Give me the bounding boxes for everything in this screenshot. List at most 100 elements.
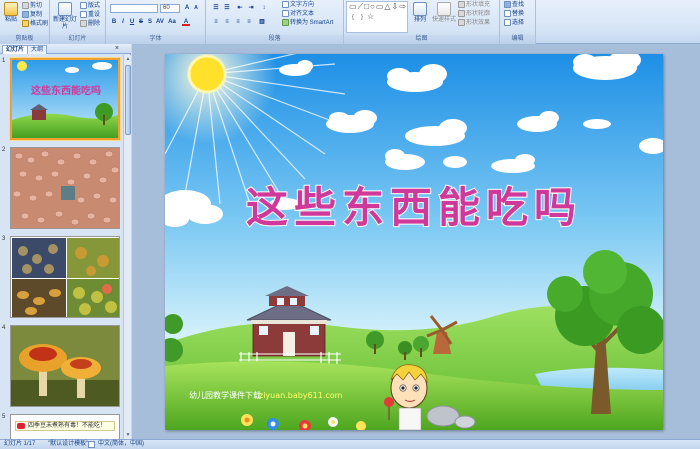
- font-label: 字体: [106, 35, 205, 44]
- spellcheck-icon[interactable]: [88, 441, 95, 448]
- footer-url[interactable]: ziyuan.baby611.com: [259, 391, 343, 400]
- grow-font-button[interactable]: A: [183, 4, 191, 12]
- pane-scrollbar[interactable]: ▲ ▼: [123, 55, 131, 439]
- group-clipboard: 粘贴 剪切 复制 格式刷 剪贴板: [0, 0, 50, 44]
- thumbnail-slide-1[interactable]: 这些东西能吃吗: [10, 58, 120, 140]
- shapes-gallery[interactable]: ▭⟋□○▭△⇩⇨⌒⌒﹛﹜☆: [346, 1, 408, 33]
- group-slides: 新建幻灯片 版式 重设 删除 幻灯片: [50, 0, 106, 44]
- language-indicator[interactable]: 中文(简体，中国): [98, 440, 144, 449]
- align-left-button[interactable]: ≡: [212, 18, 220, 26]
- close-pane-icon[interactable]: ×: [115, 45, 119, 53]
- font-color-button[interactable]: A: [182, 18, 190, 26]
- shape-fill-button[interactable]: 形状填充: [458, 1, 490, 9]
- justify-button[interactable]: ≡: [245, 18, 253, 26]
- slides-label: 幻灯片: [50, 35, 105, 44]
- layout-button[interactable]: 版式: [80, 2, 100, 10]
- thumbnail-1-image: 这些东西能吃吗: [12, 60, 118, 138]
- delete-slide-button[interactable]: 删除: [80, 20, 100, 28]
- slide-counter: 幻灯片 1/17: [4, 441, 36, 447]
- slide-canvas: 这些东西能吃吗 幼儿园教学课件下载 ziyuan.baby611.com: [165, 54, 663, 430]
- shape-outline-button[interactable]: 形状轮廓: [458, 10, 490, 18]
- group-paragraph: ☰ ☰ ⇤ ⇥ ↕ ≡ ≡ ≡ ≡ ▥ 文字方向 对齐文本 转换为 SmartA…: [206, 0, 344, 44]
- paste-button[interactable]: 粘贴: [2, 0, 20, 24]
- smartart-icon: [282, 19, 289, 26]
- scroll-down-icon[interactable]: ▼: [124, 431, 132, 439]
- format-painter-button[interactable]: 格式刷: [22, 20, 48, 28]
- underline-button[interactable]: U: [128, 18, 136, 26]
- thumbnail-row[interactable]: 2: [0, 147, 122, 231]
- thumbnail-3-image: [11, 237, 119, 317]
- thumbnail-4-image: [11, 326, 119, 406]
- effects-icon: [458, 19, 465, 26]
- shape-effects-button[interactable]: 形状效果: [458, 19, 490, 27]
- cut-button[interactable]: 剪切: [22, 2, 42, 10]
- thumbnail-row[interactable]: 5 四季豆未煮熟有毒！不能吃！: [0, 414, 122, 439]
- theme-name: "默认设计模板": [48, 441, 89, 447]
- copy-button[interactable]: 复制: [22, 11, 42, 19]
- thumbnail-row[interactable]: 4: [0, 325, 122, 409]
- binoculars-icon: [504, 1, 511, 8]
- strikethrough-button[interactable]: S: [137, 18, 145, 26]
- scrollbar-thumb[interactable]: [125, 65, 131, 135]
- tab-slides[interactable]: 幻灯片: [2, 45, 29, 54]
- brush-icon: [22, 20, 29, 27]
- thumbnail-number: 1: [2, 58, 6, 64]
- thumbnail-row[interactable]: 1 这些东西能吃吗: [0, 58, 122, 142]
- footer-label: 幼儿园教学课件下载: [189, 390, 261, 400]
- svg-text:这些东西能吃吗: 这些东西能吃吗: [31, 84, 101, 97]
- shrink-font-button[interactable]: A: [192, 4, 200, 12]
- thumbnail-slide-5[interactable]: 四季豆未煮熟有毒！不能吃！: [10, 414, 120, 439]
- font-name-combo[interactable]: [110, 4, 158, 13]
- slide-title[interactable]: 这些东西能吃吗: [245, 182, 582, 233]
- ribbon: 粘贴 剪切 复制 格式刷 剪贴板 新建幻灯片 版式 重设 删除 幻灯片 60 A…: [0, 0, 700, 44]
- find-button[interactable]: 查找: [504, 1, 524, 9]
- slides-pane: 幻灯片 大纲 × 1 这些东西能吃吗 2 3 4 5 四季豆未煮熟有毒！不能吃！…: [0, 44, 131, 439]
- thumbnail-slide-4[interactable]: [10, 325, 120, 407]
- quick-styles-button[interactable]: 快速样式: [430, 0, 458, 24]
- change-case-button[interactable]: Aa: [168, 18, 176, 26]
- warning-icon: [17, 423, 25, 429]
- align-center-button[interactable]: ≡: [223, 18, 231, 26]
- italic-button[interactable]: I: [119, 18, 127, 26]
- thumbnail-slide-2[interactable]: [10, 147, 120, 229]
- decrease-indent-button[interactable]: ⇤: [236, 4, 244, 12]
- convert-smartart-button[interactable]: 转换为 SmartArt: [282, 19, 333, 27]
- group-editing: 查找 替换 选择 编辑: [500, 0, 536, 44]
- increase-indent-button[interactable]: ⇥: [247, 4, 255, 12]
- current-slide[interactable]: 这些东西能吃吗 幼儿园教学课件下载 ziyuan.baby611.com: [165, 54, 663, 430]
- char-spacing-button[interactable]: AV: [156, 18, 164, 26]
- arrange-icon: [413, 2, 427, 16]
- reset-button[interactable]: 重设: [80, 11, 100, 19]
- columns-button[interactable]: ▥: [258, 18, 266, 26]
- select-button[interactable]: 选择: [504, 19, 524, 27]
- reset-icon: [80, 11, 87, 18]
- paragraph-label: 段落: [206, 35, 343, 44]
- tab-outline[interactable]: 大纲: [27, 45, 48, 54]
- clipboard-label: 剪贴板: [0, 35, 49, 44]
- new-slide-button[interactable]: 新建幻灯片: [52, 0, 78, 31]
- new-slide-icon: [58, 2, 72, 16]
- slide-editor: 这些东西能吃吗 幼儿园教学课件下载 ziyuan.baby611.com: [132, 44, 700, 439]
- bold-button[interactable]: B: [110, 18, 118, 26]
- thumbnail-slide-3[interactable]: [10, 236, 120, 318]
- replace-button[interactable]: 替换: [504, 10, 524, 18]
- numbering-button[interactable]: ☰: [223, 4, 231, 12]
- bullets-button[interactable]: ☰: [212, 4, 220, 12]
- layout-icon: [80, 2, 87, 9]
- align-text-button[interactable]: 对齐文本: [282, 10, 314, 18]
- thumbnail-row[interactable]: 3: [0, 236, 122, 320]
- align-text-icon: [282, 10, 289, 17]
- font-size-combo[interactable]: 60: [160, 4, 180, 13]
- line-spacing-button[interactable]: ↕: [260, 4, 268, 12]
- shadow-button[interactable]: S: [146, 18, 154, 26]
- arrange-button[interactable]: 排列: [410, 0, 430, 24]
- group-font: 60 A A B I U S S AV Aa A 字体: [106, 0, 206, 44]
- scissors-icon: [22, 2, 29, 9]
- replace-icon: [504, 10, 511, 17]
- text-direction-icon: [282, 1, 289, 8]
- scroll-up-icon[interactable]: ▲: [124, 55, 132, 63]
- pane-tabs: 幻灯片 大纲 ×: [0, 44, 131, 54]
- align-right-button[interactable]: ≡: [234, 18, 242, 26]
- text-direction-button[interactable]: 文字方向: [282, 1, 314, 9]
- paint-bucket-icon: [458, 1, 465, 8]
